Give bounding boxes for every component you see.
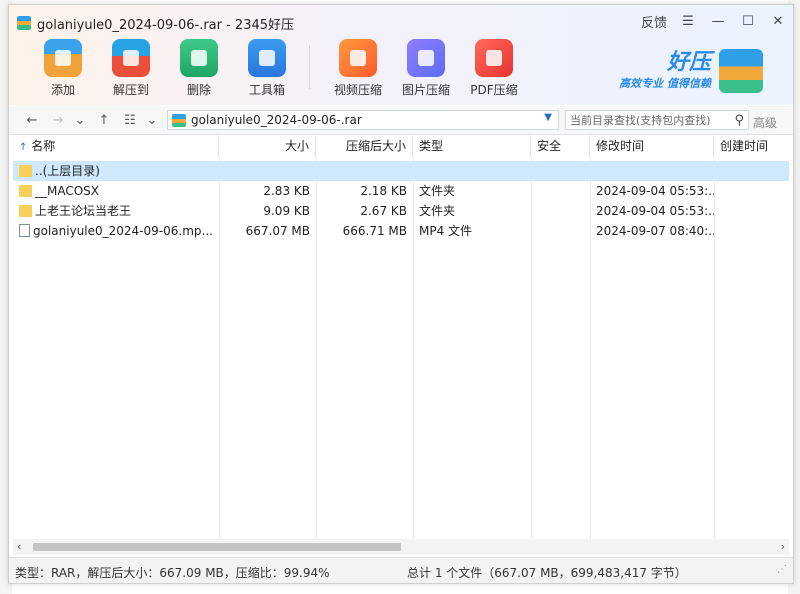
column-packed-size[interactable]: 压缩后大小 (316, 135, 413, 157)
file-name-cell: __MACOSX (13, 181, 219, 201)
search-placeholder: 当前目录查找(支持包内查找) (570, 114, 711, 127)
status-total-info: 总计 1 个文件（667.07 MB，699,483,417 字节） (407, 566, 687, 580)
resize-grip-icon[interactable]: ⋰ (777, 564, 787, 575)
scroll-right-icon[interactable]: › (781, 540, 785, 553)
path-dropdown-icon[interactable]: ▼ (544, 112, 552, 123)
video-compress-icon (339, 39, 377, 77)
search-box[interactable]: 当前目录查找(支持包内查找) ⚲ (565, 110, 749, 130)
file-packed-cell: 2.67 KB (360, 204, 407, 218)
column-name[interactable]: ↑ 名称 (13, 135, 219, 157)
file-row[interactable]: 上老王论坛当老王 9.09 KB 2.67 KB 文件夹 2024-09-04 … (13, 201, 789, 221)
navigation-bar: ← → ⌄ ↑ ☷ ⌄ golaniyule0_2024-09-06-.rar … (9, 106, 793, 135)
horizontal-scrollbar[interactable]: ‹ › (13, 539, 789, 555)
file-list-header: ↑ 名称 大小 压缩后大小 类型 安全 修改时间 创建时间 (13, 135, 789, 158)
path-text: golaniyule0_2024-09-06-.rar (191, 113, 362, 127)
file-list: ..(上层目录) __MACOSX 2.83 KB 2.18 KB 文件夹 20… (13, 157, 789, 539)
back-arrow-icon[interactable]: ← (23, 111, 41, 129)
path-bar[interactable]: golaniyule0_2024-09-06-.rar ▼ (167, 110, 559, 130)
column-security[interactable]: 安全 (531, 135, 590, 157)
search-icon[interactable]: ⚲ (734, 113, 744, 128)
file-type-cell: MP4 文件 (419, 224, 473, 238)
add-button[interactable]: 添加 (29, 39, 97, 98)
window-title: golaniyule0_2024-09-06-.rar - 2345好压 (17, 14, 295, 33)
view-mode-dropdown-icon[interactable]: ⌄ (143, 111, 161, 129)
file-modified-cell: 2024-09-04 05:53:... (596, 204, 714, 218)
file-size-cell: 2.83 KB (263, 184, 310, 198)
file-row-parent-dir[interactable]: ..(上层目录) (13, 161, 789, 181)
brand-area: 好压 高效专业 值得信赖 (619, 49, 763, 93)
feedback-button[interactable]: 反馈 (641, 11, 667, 31)
minimize-icon[interactable]: — (709, 11, 727, 31)
toolbox-icon (248, 39, 286, 77)
sort-ascending-icon: ↑ (19, 142, 28, 153)
scrollbar-thumb[interactable] (33, 543, 401, 551)
video-compress-button[interactable]: 视频压缩 (324, 39, 392, 98)
column-size[interactable]: 大小 (219, 135, 316, 157)
brand-slogan: 高效专业 值得信赖 (619, 77, 711, 90)
file-name-cell: golaniyule0_2024-09-06.mp... (13, 221, 219, 241)
status-archive-info: 类型：RAR，解压后大小：667.09 MB，压缩比：99.94% (15, 566, 330, 580)
delete-recycle-icon (180, 39, 218, 77)
main-toolbar: 添加 解压到 删除 工具箱 视频压缩 图片压缩 PDF压缩 (29, 39, 528, 98)
view-mode-icon[interactable]: ☷ (121, 111, 139, 129)
toolbar-separator (309, 45, 310, 89)
file-size-cell: 667.07 MB (245, 224, 310, 238)
column-created[interactable]: 创建时间 (714, 135, 789, 157)
add-label: 添加 (50, 83, 75, 97)
folder-icon (19, 185, 32, 197)
forward-arrow-icon[interactable]: → (49, 111, 67, 129)
toolbox-label: 工具箱 (248, 83, 285, 97)
close-icon[interactable]: ✕ (769, 11, 787, 31)
app-icon (17, 16, 31, 30)
extract-icon (112, 39, 150, 77)
image-compress-label: 图片压缩 (401, 83, 450, 97)
file-row[interactable]: golaniyule0_2024-09-06.mp... 667.07 MB 6… (13, 221, 789, 241)
file-type-cell: 文件夹 (419, 204, 456, 218)
haozip-window: golaniyule0_2024-09-06-.rar - 2345好压 反馈 … (8, 4, 794, 584)
file-modified-cell: 2024-09-04 05:53:... (596, 184, 714, 198)
up-arrow-icon[interactable]: ↑ (95, 111, 113, 129)
video-compress-label: 视频压缩 (333, 83, 382, 97)
column-type[interactable]: 类型 (413, 135, 531, 157)
file-modified-cell: 2024-09-07 08:40:... (596, 224, 714, 238)
menu-icon[interactable]: ☰ (679, 11, 697, 31)
file-size-cell: 9.09 KB (263, 204, 310, 218)
brand-name: 好压 (666, 50, 711, 75)
image-compress-button[interactable]: 图片压缩 (392, 39, 460, 98)
pdf-compress-label: PDF压缩 (470, 83, 518, 97)
maximize-icon[interactable]: ☐ (739, 11, 757, 31)
delete-label: 删除 (186, 83, 211, 97)
video-file-icon (19, 224, 30, 237)
folder-icon (19, 205, 32, 217)
brand-logo-icon (719, 49, 763, 93)
file-row[interactable]: __MACOSX 2.83 KB 2.18 KB 文件夹 2024-09-04 … (13, 181, 789, 201)
window-controls: 反馈 ☰ — ☐ ✕ (641, 11, 787, 31)
add-archive-icon (44, 39, 82, 77)
window-title-text: golaniyule0_2024-09-06-.rar - 2345好压 (37, 17, 295, 33)
file-name-cell: ..(上层目录) (13, 161, 219, 181)
scroll-left-icon[interactable]: ‹ (17, 540, 21, 553)
history-dropdown-icon[interactable]: ⌄ (71, 111, 89, 129)
folder-icon (19, 165, 32, 177)
archive-icon (172, 113, 186, 127)
file-name-cell: 上老王论坛当老王 (13, 201, 219, 221)
pdf-compress-button[interactable]: PDF压缩 (460, 39, 528, 98)
title-toolbar-area: golaniyule0_2024-09-06-.rar - 2345好压 反馈 … (9, 5, 793, 105)
file-type-cell: 文件夹 (419, 184, 456, 198)
extract-to-button[interactable]: 解压到 (97, 39, 165, 98)
status-bar: 类型：RAR，解压后大小：667.09 MB，压缩比：99.94% 总计 1 个… (9, 557, 793, 583)
advanced-search-link[interactable]: 高级 (753, 114, 777, 131)
pdf-compress-icon (475, 39, 513, 77)
delete-button[interactable]: 删除 (165, 39, 233, 98)
image-compress-icon (407, 39, 445, 77)
toolbox-button[interactable]: 工具箱 (233, 39, 301, 98)
file-packed-cell: 2.18 KB (360, 184, 407, 198)
file-packed-cell: 666.71 MB (342, 224, 407, 238)
column-modified[interactable]: 修改时间 (590, 135, 714, 157)
extract-label: 解压到 (112, 83, 149, 97)
